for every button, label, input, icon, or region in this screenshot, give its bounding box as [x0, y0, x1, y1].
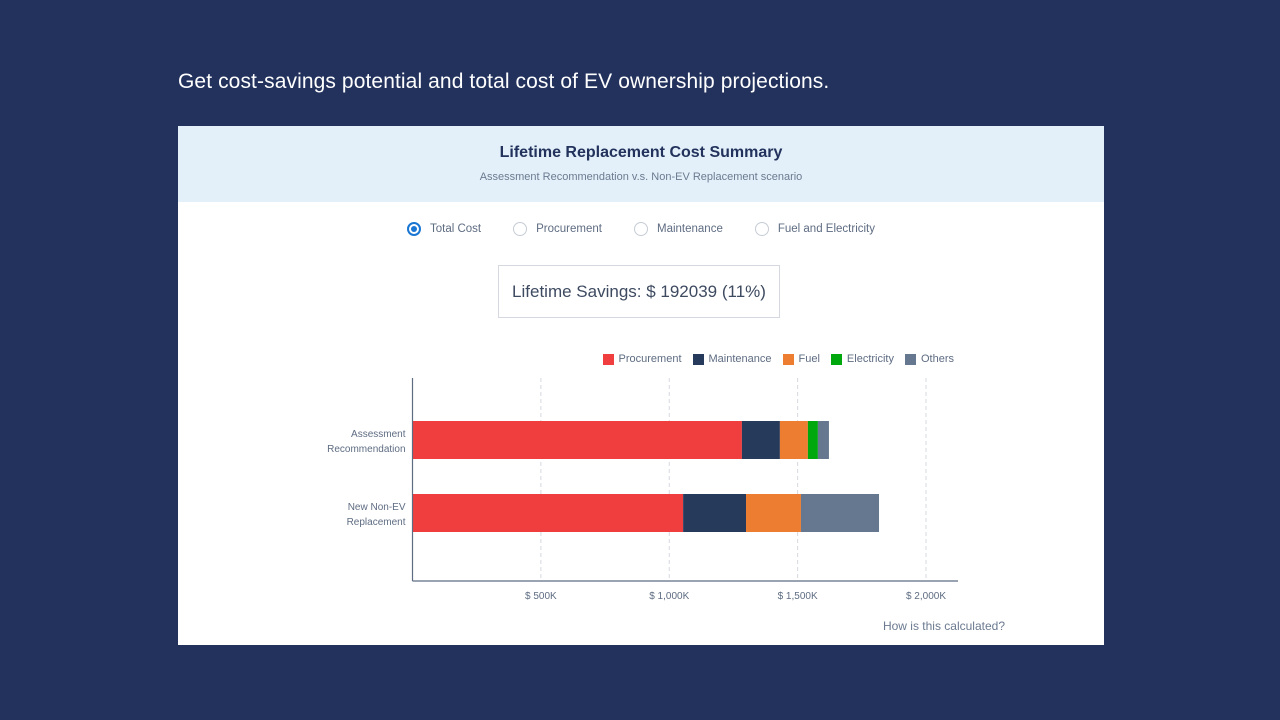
stacked-bar-chart: $ 500K $ 1,000K $ 1,500K $ 2,000K Assessment… [327, 378, 958, 602]
y-category-label: Recommendation [327, 444, 405, 455]
bar-segment-fuel [779, 421, 808, 459]
y-category-label: Assessment [351, 429, 406, 440]
x-tick-label: $ 2,000K [906, 591, 946, 602]
page-headline: Get cost-savings potential and total cos… [178, 70, 830, 93]
bar-segment-maintenance [683, 494, 747, 532]
x-tick-label: $ 1,500K [778, 591, 818, 602]
bar-segment-procurement [412, 494, 684, 532]
y-category-label: Replacement [347, 517, 406, 528]
bar-segment-others [817, 421, 829, 459]
y-category-label: New Non-EV [348, 502, 406, 513]
bar-segment-procurement [412, 421, 742, 459]
bar-segment-maintenance [741, 421, 780, 459]
bar-segment-others [800, 494, 880, 532]
x-tick-label: $ 1,000K [649, 591, 689, 602]
how-calculated-link[interactable]: How is this calculated? [883, 619, 1005, 633]
bar-segment-fuel [746, 494, 801, 532]
x-tick-label: $ 500K [525, 591, 557, 602]
bar-segment-electricity [807, 421, 818, 459]
cost-summary-card: Lifetime Replacement Cost Summary Assess… [178, 126, 1104, 645]
